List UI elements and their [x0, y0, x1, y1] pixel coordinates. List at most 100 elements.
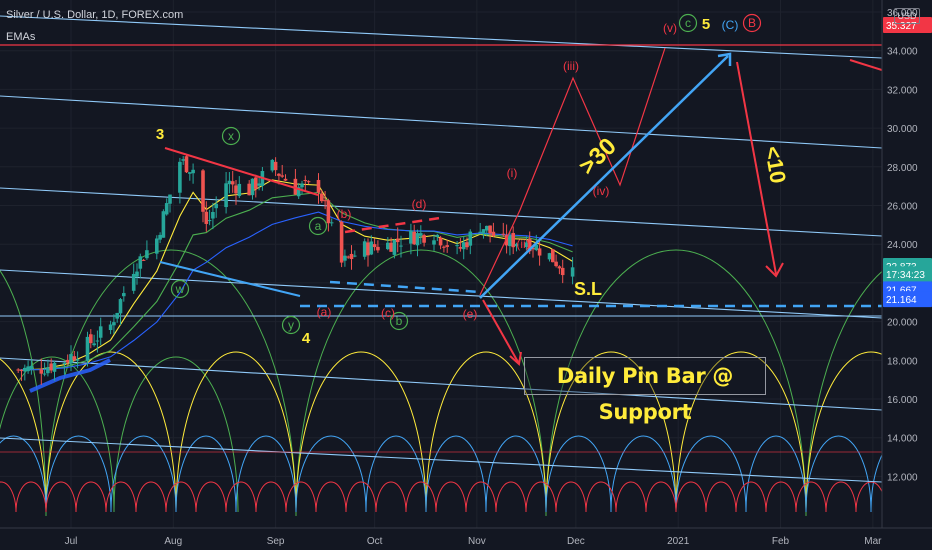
- candle-body: [184, 156, 189, 173]
- y-tick-label: 14.000: [887, 434, 918, 445]
- candle-body: [537, 248, 542, 256]
- candle-body: [478, 231, 482, 233]
- candle-body: [230, 181, 235, 185]
- candle-body: [415, 233, 420, 246]
- candle-body: [161, 211, 166, 238]
- candle-body: [92, 343, 96, 346]
- candle-body: [508, 235, 512, 247]
- candle-body: [323, 200, 327, 202]
- candle-body: [386, 242, 390, 250]
- x-tick-label: Feb: [772, 536, 790, 547]
- wave-label-(i): (i): [507, 166, 518, 180]
- candle-body: [458, 247, 463, 249]
- candle-body: [320, 193, 324, 202]
- candle-body: [372, 244, 377, 248]
- wave-label-(iii): (iii): [563, 59, 579, 73]
- candle-body: [138, 256, 143, 269]
- candle-body: [26, 366, 30, 372]
- candle-body: [16, 369, 20, 371]
- x-tick-label: Oct: [367, 536, 383, 547]
- candle-body: [422, 235, 426, 243]
- y-tick-label: 20.000: [887, 318, 918, 329]
- candle-body: [280, 175, 284, 177]
- candle-body: [164, 203, 169, 215]
- price-label: 17:34:23: [886, 270, 925, 281]
- candle-body: [481, 229, 486, 234]
- y-tick-label: 12.000: [887, 472, 918, 483]
- candle-body: [211, 211, 215, 219]
- wave-label-B: B: [748, 16, 756, 30]
- x-tick-label: Mar: [864, 536, 882, 547]
- y-tick-label: 30.000: [887, 124, 918, 135]
- candle-body: [72, 356, 77, 361]
- candle-body: [283, 178, 288, 181]
- candle-body: [468, 231, 473, 246]
- candle-body: [412, 231, 416, 245]
- candle-body: [339, 221, 344, 263]
- candle-body: [369, 241, 374, 255]
- candle-body: [376, 246, 380, 251]
- candle-body: [122, 293, 126, 297]
- candle-body: [557, 266, 562, 269]
- candle-body: [52, 362, 57, 372]
- candle-body: [181, 159, 185, 161]
- candle-body: [277, 173, 281, 176]
- candle-body: [29, 365, 34, 370]
- symbol-title[interactable]: Silver / U.S. Dollar, 1D, FOREX.com: [6, 9, 183, 21]
- candle-body: [326, 200, 331, 224]
- wave-label-5: 5: [702, 16, 710, 33]
- candle-body: [501, 233, 506, 235]
- wave-label-(iv): (iv): [593, 184, 610, 198]
- time-axis: Jul Aug Sep Oct Nov Dec 2021 Feb Mar: [0, 527, 932, 550]
- wave-label-(C): (C): [722, 18, 739, 32]
- candle-body: [95, 340, 100, 342]
- candle-body: [115, 312, 119, 319]
- indicator-label[interactable]: EMAs: [6, 31, 35, 43]
- candle-body: [560, 267, 565, 276]
- candle-body: [257, 183, 261, 186]
- candle-body: [207, 220, 212, 222]
- candle-body: [250, 178, 255, 196]
- candle-body: [349, 253, 354, 260]
- wave-label-(d): (d): [412, 197, 427, 211]
- candle-body: [254, 177, 258, 189]
- candle-body: [247, 183, 251, 196]
- candle-body: [353, 255, 357, 257]
- x-tick-label: Sep: [267, 536, 285, 547]
- candle-body: [303, 180, 308, 182]
- candle-body: [65, 359, 70, 363]
- wave-label-y: y: [288, 318, 294, 332]
- candle-body: [158, 234, 162, 240]
- candle-body: [570, 267, 575, 277]
- chart-root: 3 x w y 4 a b (a) (b) (c) (d) (e) (i) (ii) (iii) (iv) (v…: [0, 0, 932, 550]
- candle-body: [42, 373, 47, 375]
- candle-body: [188, 172, 192, 174]
- currency-label[interactable]: USD: [894, 8, 920, 24]
- candle-body: [465, 242, 469, 248]
- wave-label-3: 3: [156, 126, 164, 143]
- wave-label-(e): (e): [463, 307, 478, 321]
- candle-body: [204, 211, 209, 224]
- time-axis-bg: [0, 528, 932, 550]
- candle-body: [306, 181, 311, 183]
- candle-body: [438, 237, 443, 246]
- candle-body: [547, 253, 552, 260]
- wave-label-x: x: [228, 129, 234, 143]
- candle-body: [300, 183, 304, 188]
- candle-body: [362, 241, 367, 257]
- candle-body: [112, 322, 116, 326]
- y-tick-label: 34.000: [887, 47, 918, 58]
- candle-body: [131, 273, 136, 291]
- candle-body: [442, 246, 446, 248]
- candle-body: [270, 159, 275, 171]
- candle-body: [145, 250, 149, 259]
- stop-loss-label: S.L: [574, 279, 602, 299]
- x-tick-label: 2021: [667, 536, 690, 547]
- candle-body: [227, 180, 232, 185]
- candle-body: [178, 161, 182, 193]
- candle-body: [346, 256, 350, 258]
- candle-body: [23, 367, 27, 372]
- y-tick-label: 16.000: [887, 395, 918, 406]
- price-chart[interactable]: 3 x w y4 a b (a) (b) (c) (d) (e) (i) (ii) (iii) (iv) (v…: [0, 0, 932, 550]
- candle-body: [85, 336, 90, 361]
